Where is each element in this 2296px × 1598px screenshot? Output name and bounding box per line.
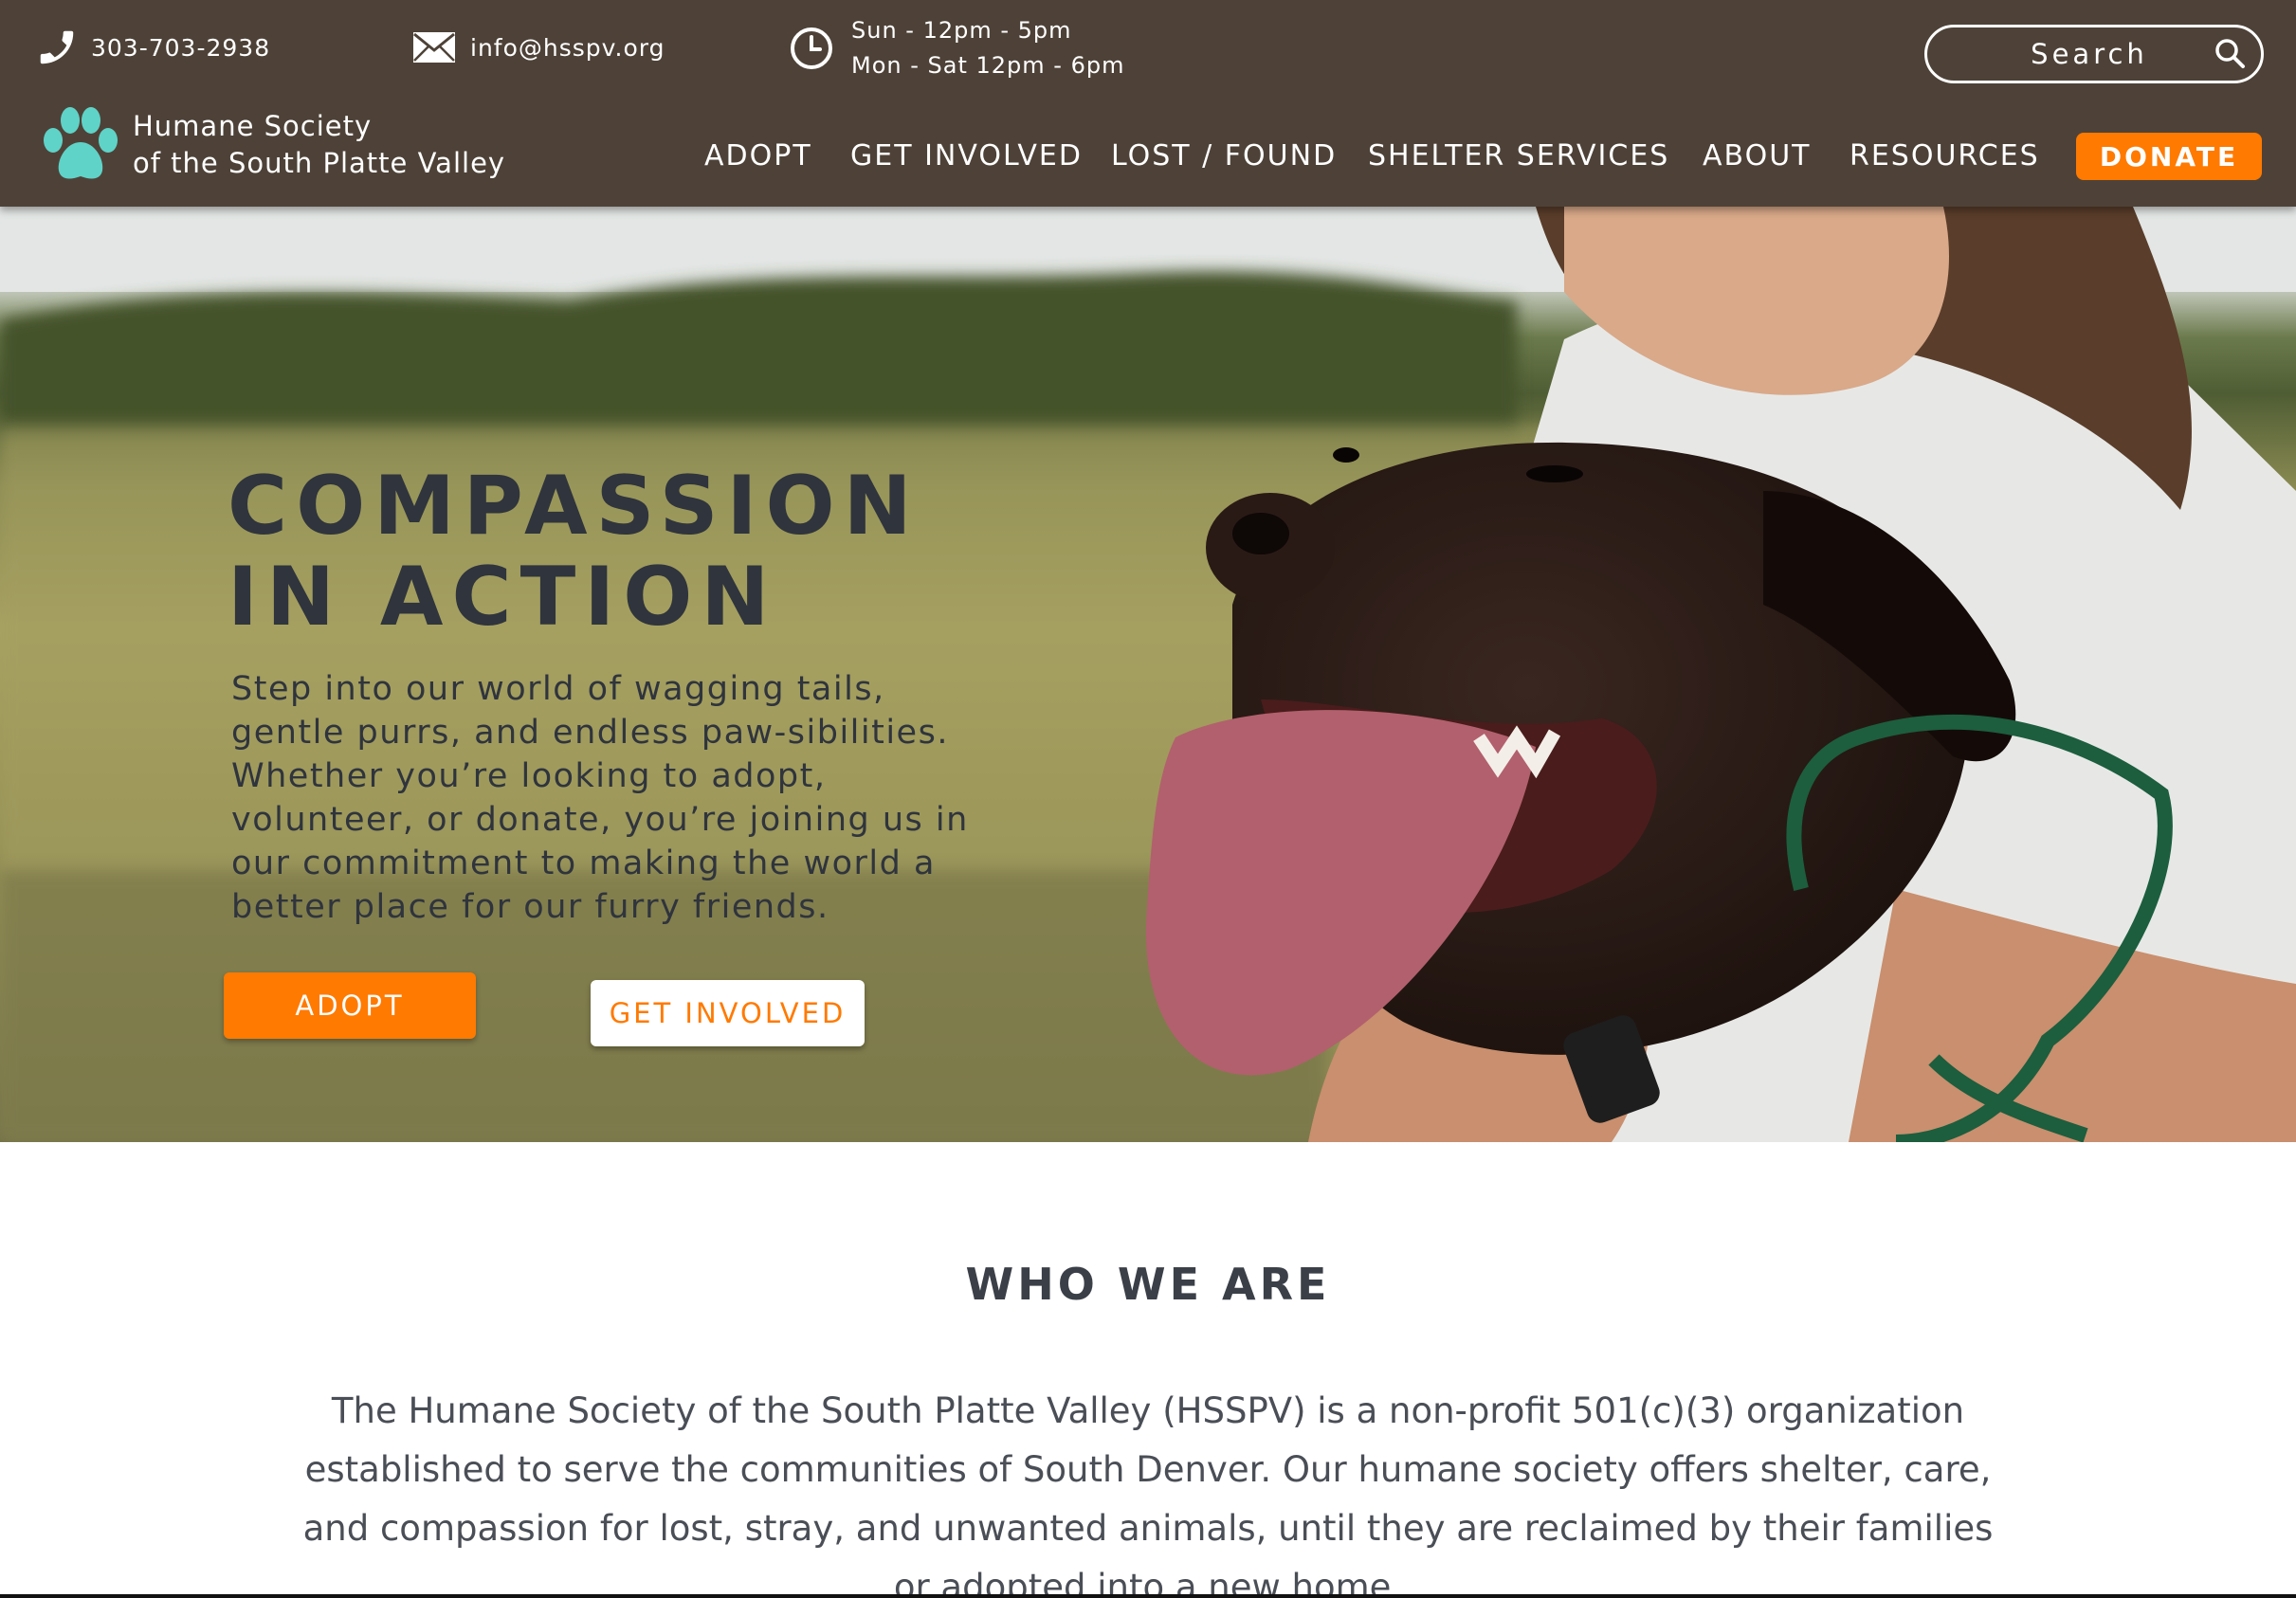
adopt-button[interactable]: ADOPT: [224, 972, 476, 1039]
get-involved-button[interactable]: GET INVOLVED: [591, 980, 865, 1046]
hours-lines: Sun - 12pm - 5pm Mon - Sat 12pm - 6pm: [851, 13, 1124, 83]
phone-number[interactable]: 303-703-2938: [91, 34, 270, 62]
site-logo[interactable]: Humane Society of the South Platte Valle…: [38, 104, 505, 186]
logo-text: Humane Society of the South Platte Valle…: [133, 108, 505, 182]
nav-shelter-services[interactable]: SHELTER SERVICES: [1368, 133, 1669, 180]
who-we-are-text: The Humane Society of the South Platte V…: [302, 1390, 1994, 1598]
hours-weekday: Mon - Sat 12pm - 6pm: [851, 52, 1125, 79]
opening-hours: Sun - 12pm - 5pm Mon - Sat 12pm - 6pm: [789, 13, 1124, 83]
nav-lost-found[interactable]: LOST / FOUND: [1111, 133, 1337, 180]
logo-line-1: Humane Society: [133, 110, 373, 142]
search-box[interactable]: [1924, 25, 2264, 83]
nav-resources[interactable]: RESOURCES: [1850, 133, 2040, 180]
envelope-icon: [411, 27, 457, 68]
search-icon[interactable]: [2214, 37, 2248, 71]
email-contact[interactable]: info@hsspv.org: [411, 27, 665, 68]
logo-line-2: of the South Platte Valley: [133, 147, 506, 179]
email-address[interactable]: info@hsspv.org: [470, 34, 665, 62]
nav-adopt[interactable]: ADOPT: [704, 133, 812, 180]
hero-section: COMPASSION IN ACTION Step into our world…: [0, 207, 2296, 1142]
donate-button[interactable]: DONATE: [2076, 133, 2262, 180]
phone-icon: [34, 23, 80, 72]
nav-about[interactable]: ABOUT: [1703, 133, 1811, 180]
site-header: 303-703-2938 info@hsspv.org Sun - 12pm -…: [0, 0, 2296, 207]
clock-icon: [789, 25, 834, 72]
search-input[interactable]: [1971, 38, 2208, 70]
paw-icon: [38, 104, 123, 186]
window-bottom-edge: [0, 1594, 2296, 1598]
hero-title: COMPASSION IN ACTION: [228, 459, 920, 645]
hero-description: Step into our world of wagging tails, ge…: [231, 670, 969, 926]
hours-sunday: Sun - 12pm - 5pm: [851, 17, 1072, 44]
nav-get-involved[interactable]: GET INVOLVED: [850, 133, 1083, 180]
phone-contact[interactable]: 303-703-2938: [34, 23, 270, 72]
who-we-are-title: WHO WE ARE: [965, 1259, 1331, 1310]
